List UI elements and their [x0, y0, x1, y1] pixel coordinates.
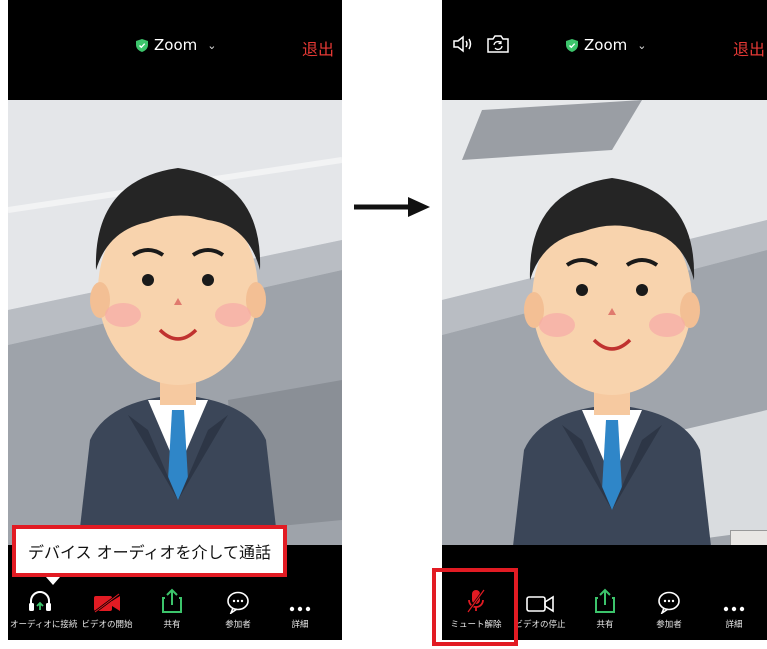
more-icon — [289, 606, 311, 612]
avatar-illustration — [513, 178, 711, 545]
toolbar-label: 詳細 — [291, 620, 309, 630]
participants-icon — [658, 591, 680, 614]
meeting-header: Zoom ⌄ 退出 — [8, 0, 342, 100]
more-icon — [723, 606, 745, 612]
share-button[interactable]: 共有 — [142, 588, 202, 630]
toolbar-label: 詳細 — [725, 620, 743, 630]
toolbar-label: 参加者 — [225, 620, 251, 630]
connect-audio-button[interactable]: オーディオに接続 — [10, 588, 78, 630]
toolbar-label: ビデオの停止 — [514, 620, 566, 630]
right-phone-screen: Zoom ⌄ 退出 ミュート解除 ビデオの停止 共有 参加者 詳細 — [442, 0, 767, 640]
more-button[interactable]: 詳細 — [270, 588, 330, 630]
video-off-icon — [94, 593, 120, 613]
meeting-header: Zoom ⌄ 退出 — [442, 0, 767, 100]
more-button[interactable]: 詳細 — [704, 588, 764, 630]
toolbar-label: ビデオの開始 — [81, 620, 133, 630]
participants-button[interactable]: 参加者 — [208, 588, 268, 630]
meeting-title-dropdown[interactable]: Zoom ⌄ — [566, 36, 646, 54]
video-feed — [442, 100, 767, 545]
headphones-icon — [29, 591, 51, 611]
toolbar-label: 共有 — [163, 620, 181, 630]
chevron-down-icon: ⌄ — [637, 38, 647, 52]
switch-camera-icon[interactable] — [486, 34, 510, 54]
chevron-down-icon: ⌄ — [207, 38, 217, 52]
participants-button[interactable]: 参加者 — [639, 588, 699, 630]
shield-icon — [136, 38, 148, 52]
leave-button[interactable]: 退出 — [302, 36, 334, 60]
tutorial-figure: Zoom ⌄ 退出 オーディオに接続 ビデオの開始 共有 参加者 詳細 デバイス… — [0, 0, 767, 649]
toolbar-label: オーディオに接続 — [10, 620, 78, 630]
right-arrow-icon — [354, 197, 430, 217]
video-feed — [8, 100, 342, 545]
toolbar-label: 参加者 — [656, 620, 682, 630]
stop-video-button[interactable]: ビデオの停止 — [510, 588, 570, 630]
meeting-title-dropdown[interactable]: Zoom ⌄ — [136, 36, 216, 54]
participants-icon — [227, 591, 249, 614]
shield-icon — [566, 38, 578, 52]
unmute-highlight-box — [432, 568, 518, 646]
meeting-title: Zoom — [584, 36, 628, 54]
share-icon — [595, 588, 615, 613]
leave-button[interactable]: 退出 — [733, 36, 765, 60]
start-video-button[interactable]: ビデオの開始 — [77, 588, 137, 630]
call-via-device-audio-popup[interactable]: デバイス オーディオを介して通話 — [12, 525, 287, 577]
video-icon — [526, 595, 554, 613]
share-button[interactable]: 共有 — [575, 588, 635, 630]
tooltip-pointer — [46, 577, 60, 585]
popup-text: デバイス オーディオを介して通話 — [28, 543, 272, 562]
avatar-illustration — [78, 168, 278, 545]
meeting-title: Zoom — [154, 36, 198, 54]
speaker-icon[interactable] — [452, 34, 474, 54]
share-icon — [162, 588, 182, 613]
toolbar-label: 共有 — [596, 620, 614, 630]
